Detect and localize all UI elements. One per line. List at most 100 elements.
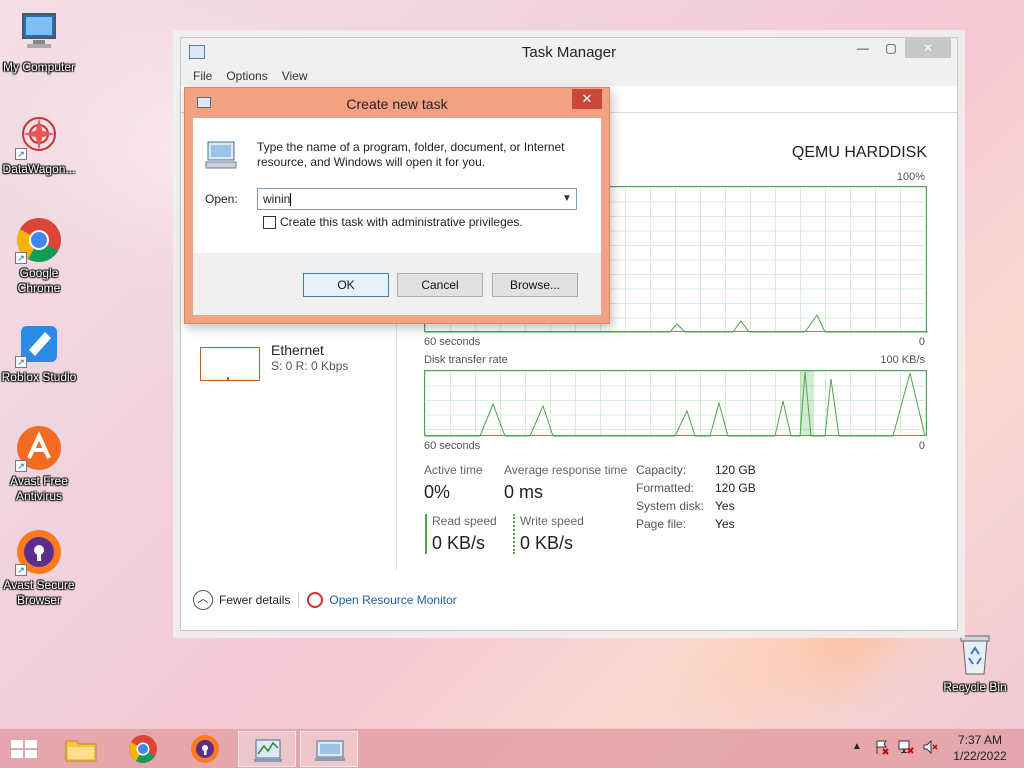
ok-button[interactable]: OK	[303, 273, 389, 297]
write-speed-marker	[513, 514, 515, 554]
desktop-icon-label: Avast Free Antivirus	[10, 474, 68, 503]
read-speed-value: 0 KB/s	[432, 533, 486, 553]
ethernet-thumbnail[interactable]	[200, 347, 260, 381]
desktop-icon-roblox-studio[interactable]: ↗ Roblox Studio	[0, 320, 79, 385]
shortcut-arrow-icon: ↗	[15, 460, 27, 472]
footer: ︿ Fewer details Open Resource Monitor	[193, 590, 457, 610]
avg-response-label: Average response time	[504, 463, 628, 477]
active-time-label: Active time	[424, 463, 483, 477]
task-manager-icon	[254, 739, 282, 762]
desktop-icon-label: Roblox Studio	[1, 370, 77, 384]
chrome-icon: ↗	[15, 216, 63, 264]
computer-icon	[15, 10, 63, 58]
menu-options[interactable]: Options	[226, 66, 267, 86]
datawagon-icon: ↗	[15, 112, 63, 160]
active-time-value: 0%	[424, 482, 451, 502]
formatted-key: Formatted:	[636, 481, 695, 495]
avast-antivirus-icon: ↗	[15, 424, 63, 472]
browse-button[interactable]: Browse...	[492, 273, 578, 297]
chevron-down-icon[interactable]: ▼	[558, 189, 576, 209]
ethernet-label[interactable]: Ethernet	[271, 342, 324, 358]
graph1-time-label: 60 seconds	[424, 336, 481, 348]
page-file-key: Page file:	[636, 517, 687, 531]
disk-name: QEMU HARDDISK	[791, 144, 927, 161]
taskbar-chrome[interactable]	[114, 731, 172, 767]
desktop-icon-label: Recycle Bin	[943, 680, 1007, 694]
shortcut-arrow-icon: ↗	[15, 564, 27, 576]
read-speed-label: Read speed	[432, 514, 497, 528]
taskbar-run-dialog[interactable]	[300, 731, 358, 767]
open-combobox[interactable]: winin ▼	[257, 188, 577, 210]
text-caret	[290, 193, 292, 207]
dialog-title-bar[interactable]: Create new task ✕	[185, 88, 609, 118]
dialog-content: Type the name of a program, folder, docu…	[193, 118, 601, 315]
show-hidden-icons-icon[interactable]: ▲	[852, 741, 862, 752]
start-button[interactable]	[0, 731, 48, 767]
graph2-max-label: 100 KB/s	[880, 354, 925, 366]
taskbar-task-manager[interactable]	[238, 731, 296, 767]
system-disk-key: System disk:	[636, 499, 705, 513]
open-input[interactable]: winin	[263, 192, 290, 206]
dialog-close-button[interactable]: ✕	[572, 89, 602, 109]
open-label: Open:	[205, 192, 238, 206]
close-icon[interactable]: ✕	[905, 38, 951, 58]
desktop-icon-recycle-bin[interactable]: Recycle Bin	[935, 630, 1015, 695]
windows-logo-icon	[11, 740, 37, 758]
admin-privileges-checkbox[interactable]	[263, 216, 276, 229]
desktop-icon-avast-secure-browser[interactable]: ↗ Avast Secure Browser	[0, 528, 79, 608]
roblox-studio-icon: ↗	[15, 320, 63, 368]
admin-privileges-label[interactable]: Create this task with administrative pri…	[280, 215, 523, 229]
open-resource-monitor-link[interactable]: Open Resource Monitor	[329, 593, 456, 607]
dialog-title: Create new task	[346, 96, 448, 112]
chevron-up-icon[interactable]: ︿	[193, 590, 213, 610]
menu-file[interactable]: File	[193, 66, 212, 86]
desktop-icon-label: DataWagon...	[2, 162, 76, 176]
fewer-details-link[interactable]: Fewer details	[219, 593, 290, 607]
dialog-button-bar: OK Cancel Browse...	[193, 253, 601, 315]
dialog-description: Type the name of a program, folder, docu…	[257, 140, 565, 169]
graph1-min-label: 0	[918, 336, 925, 348]
folder-icon	[65, 740, 97, 762]
shortcut-arrow-icon: ↗	[15, 356, 27, 368]
chrome-icon	[129, 735, 157, 763]
window-title: Task Manager	[521, 44, 617, 61]
title-bar[interactable]: Task Manager — ▢ ✕	[181, 38, 957, 66]
desktop-icon-google-chrome[interactable]: ↗ Google Chrome	[0, 216, 79, 296]
maximize-icon[interactable]: ▢	[877, 38, 905, 58]
minimize-icon[interactable]: —	[849, 38, 877, 58]
run-icon	[315, 740, 345, 761]
graph1-max-label: 100%	[896, 171, 925, 183]
graph2-min-label: 0	[918, 440, 925, 452]
read-speed-marker	[425, 514, 427, 554]
network-icon[interactable]	[898, 739, 914, 755]
clock-time[interactable]: 7:37 AM	[950, 733, 1010, 747]
create-new-task-dialog[interactable]: Create new task ✕ Type the name of a pro…	[184, 87, 610, 324]
run-program-icon	[205, 140, 237, 170]
desktop-icon-avast-antivirus[interactable]: ↗ Avast Free Antivirus	[0, 424, 79, 504]
avast-secure-browser-icon	[191, 735, 219, 763]
page-file-value: Yes	[715, 517, 735, 531]
clock-date[interactable]: 1/22/2022	[950, 749, 1010, 763]
volume-muted-icon[interactable]	[922, 739, 938, 755]
desktop-icon-my-computer[interactable]: My Computer	[0, 10, 79, 75]
taskbar-avast-browser[interactable]	[176, 731, 234, 767]
formatted-value: 120 GB	[715, 481, 756, 495]
write-speed-value: 0 KB/s	[520, 533, 574, 553]
menu-view[interactable]: View	[282, 66, 308, 86]
menu-bar: File Options View	[181, 66, 957, 86]
system-disk-value: Yes	[715, 499, 735, 513]
taskbar-file-explorer[interactable]	[52, 731, 110, 767]
shortcut-arrow-icon: ↗	[15, 148, 27, 160]
avast-secure-browser-icon: ↗	[15, 528, 63, 576]
desktop-icon-datawagon[interactable]: ↗ DataWagon...	[0, 112, 79, 177]
taskbar: ▲ 7:37 AM 1/22/2022	[0, 728, 1024, 768]
graph2-time-label: 60 seconds	[424, 440, 481, 452]
graph2-title: Disk transfer rate	[424, 354, 508, 366]
action-center-flag-icon[interactable]	[874, 739, 890, 755]
cancel-button[interactable]: Cancel	[397, 273, 483, 297]
capacity-key: Capacity:	[636, 463, 687, 477]
desktop-icon-label: My Computer	[2, 60, 76, 74]
desktop-icon-label: Avast Secure Browser	[3, 578, 75, 607]
shortcut-arrow-icon: ↗	[15, 252, 27, 264]
resource-monitor-icon	[307, 592, 324, 608]
